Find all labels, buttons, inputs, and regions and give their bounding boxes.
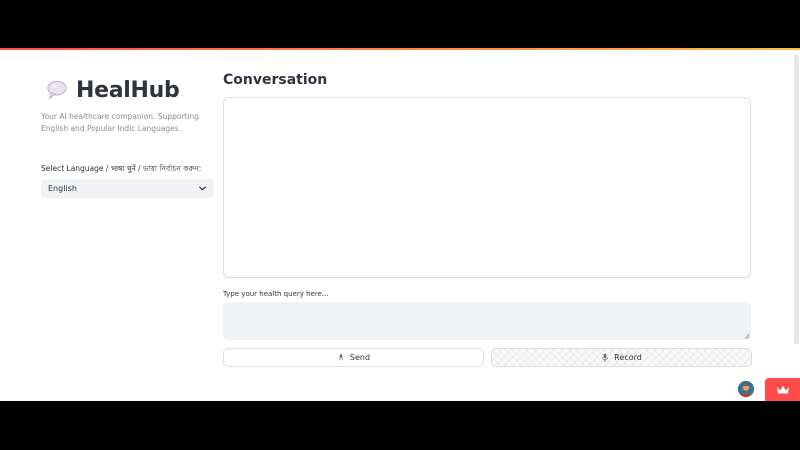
app-window: HealHub Your AI healthcare companion. Su… xyxy=(0,48,800,401)
language-select-label: Select Language / भाषा चुनें / ভাষা নির্… xyxy=(41,164,202,173)
send-button[interactable]: Send xyxy=(223,348,484,367)
conversation-title: Conversation xyxy=(223,72,328,88)
query-input-label: Type your health query here... xyxy=(223,290,329,298)
app-title: HealHub xyxy=(76,77,180,103)
send-button-label: Send xyxy=(349,353,371,362)
speech-bubble-icon xyxy=(47,80,67,100)
chevron-down-icon xyxy=(199,186,206,191)
resize-grip-icon[interactable] xyxy=(744,333,750,339)
language-select-value: English xyxy=(48,184,77,193)
language-select[interactable]: English xyxy=(41,179,214,198)
avatar-image xyxy=(738,381,754,397)
conversation-history xyxy=(223,97,751,278)
brand: HealHub xyxy=(46,76,180,104)
microphone-icon xyxy=(602,353,608,362)
streamlit-badge[interactable] xyxy=(765,378,800,401)
crown-icon xyxy=(776,385,789,393)
page-scrollbar[interactable] xyxy=(794,54,799,344)
user-avatar-icon[interactable] xyxy=(738,381,754,397)
record-button-label: Record xyxy=(614,353,642,362)
health-query-input[interactable] xyxy=(223,302,751,340)
app-tagline: Your AI healthcare companion. Supporting… xyxy=(41,112,200,133)
send-icon xyxy=(338,353,344,362)
top-accent-bar xyxy=(0,48,800,50)
record-button[interactable]: Record xyxy=(491,348,752,367)
